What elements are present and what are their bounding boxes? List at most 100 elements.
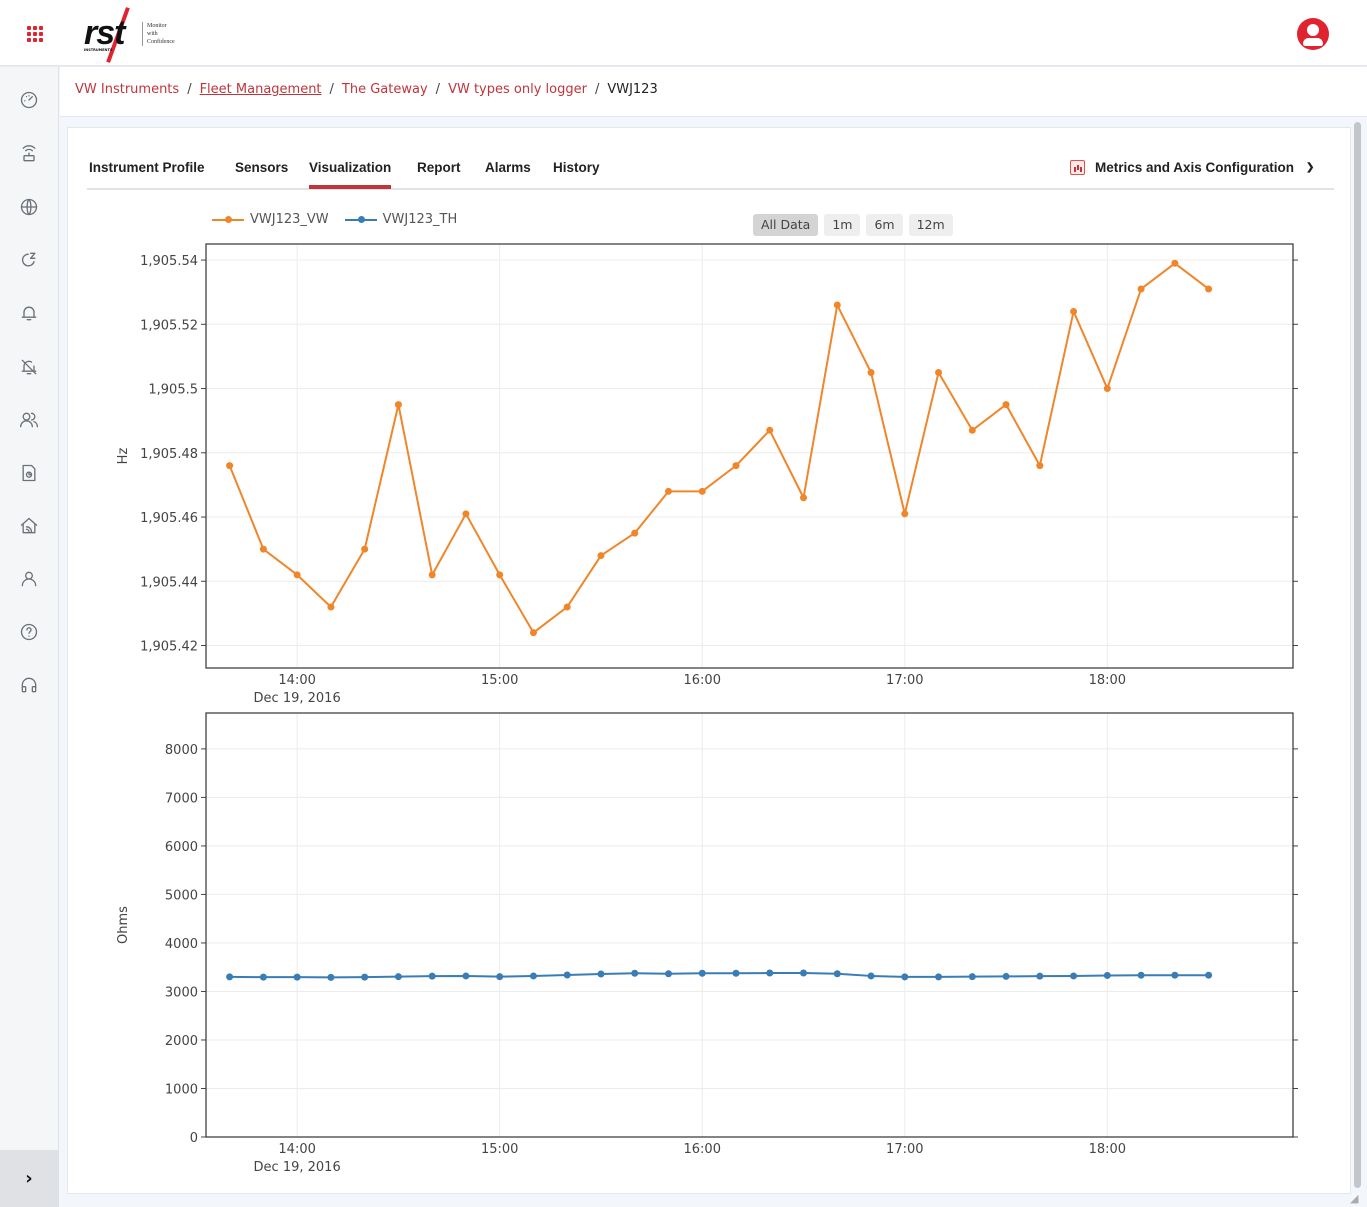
y-axis-label: Ohms	[116, 906, 131, 944]
data-point	[901, 510, 909, 518]
range-selector: All Data 1m 6m 12m	[753, 214, 953, 236]
charts-container[interactable]: 1,905.42 1,905.44 1,905.46 1,905.48 1,905.5 1…	[100, 235, 1330, 1185]
tab-sensors[interactable]: Sensors	[235, 160, 288, 175]
gauge-icon	[20, 91, 38, 109]
scrollbar-thumb[interactable]	[1354, 122, 1361, 1188]
data-point	[462, 510, 470, 518]
data-point	[867, 368, 875, 376]
sidebar-expand-button[interactable]: ›	[0, 1150, 58, 1207]
y-tick-label: 1,905.54	[140, 254, 198, 269]
sidebar-item-dashboard[interactable]	[17, 88, 41, 112]
sidebar-item-support[interactable]	[17, 673, 41, 697]
tab-bar: Instrument Profile Sensors Visualization…	[87, 150, 1334, 190]
sidebar-item-gateway[interactable]	[17, 142, 41, 166]
data-point	[631, 969, 639, 977]
data-point	[327, 603, 335, 611]
y-tick-label: 0	[190, 1131, 198, 1146]
x-tick-label: 14:00	[278, 1142, 315, 1157]
refresh-sleep-icon	[21, 252, 36, 267]
x-tick-label: 18:00	[1089, 673, 1126, 688]
sidebar-item-users[interactable]	[17, 408, 41, 432]
range-all-data-button[interactable]: All Data	[753, 214, 819, 236]
range-1m-button[interactable]: 1m	[824, 214, 861, 236]
data-point	[800, 969, 808, 977]
tab-history[interactable]: History	[553, 160, 600, 175]
data-point	[968, 426, 976, 434]
legend-swatch-vw	[212, 215, 244, 223]
data-point	[529, 972, 537, 980]
sidebar	[0, 67, 59, 1207]
metrics-axis-config-dropdown[interactable]: Metrics and Axis Configuration ❯	[1070, 160, 1314, 175]
sidebar-item-network[interactable]	[17, 195, 41, 219]
x-tick-label: 18:00	[1089, 1142, 1126, 1157]
data-point	[867, 972, 875, 980]
plot-frame	[205, 243, 1294, 669]
tab-instrument-profile[interactable]: Instrument Profile	[89, 160, 205, 175]
data-point	[1103, 385, 1111, 393]
tab-alarms[interactable]: Alarms	[485, 160, 531, 175]
breadcrumb-separator: /	[594, 82, 600, 97]
sidebar-item-help[interactable]	[17, 620, 41, 644]
data-point	[833, 970, 841, 978]
data-point	[766, 969, 774, 977]
sidebar-item-sites[interactable]	[17, 514, 41, 538]
chevron-right-icon: ›	[25, 1168, 33, 1189]
range-6m-button[interactable]: 6m	[866, 214, 903, 236]
tagline-line: with	[147, 31, 158, 37]
breadcrumb-vw-instruments[interactable]: VW Instruments	[75, 82, 179, 97]
top-bar: rst INSTRUMENTS Monitor with Confidence	[0, 0, 1367, 66]
breadcrumb-logger[interactable]: VW types only logger	[448, 82, 587, 97]
data-point	[394, 973, 402, 981]
sidebar-item-alarms-off[interactable]	[17, 355, 41, 379]
data-point	[1002, 401, 1010, 409]
x-date-label: Dec 19, 2016	[254, 1160, 341, 1175]
x-tick-label: 17:00	[886, 1142, 923, 1157]
legend-item-th[interactable]: VWJ123_TH	[344, 212, 457, 227]
data-point	[226, 973, 234, 981]
data-point	[597, 552, 605, 560]
file-chart-icon	[22, 464, 36, 482]
data-point	[833, 301, 841, 309]
data-point	[361, 973, 369, 981]
legend-item-vw[interactable]: VWJ123_VW	[212, 212, 329, 227]
data-point	[293, 973, 301, 981]
help-circle-icon	[20, 623, 38, 641]
tab-visualization[interactable]: Visualization	[309, 160, 392, 189]
grid-icon[interactable]	[27, 26, 43, 42]
data-point	[1171, 971, 1179, 979]
data-point	[361, 545, 369, 553]
sidebar-item-profile[interactable]	[17, 567, 41, 591]
resize-handle-icon[interactable]: ◢	[1350, 1192, 1358, 1205]
data-point	[259, 545, 267, 553]
y-tick-label: 8000	[165, 743, 198, 758]
sidebar-item-reports[interactable]	[17, 461, 41, 485]
sidebar-item-sleep[interactable]	[17, 248, 41, 272]
sidebar-item-alarms[interactable]	[17, 301, 41, 325]
range-12m-button[interactable]: 12m	[908, 214, 953, 236]
logo-tagline: Monitor with Confidence	[142, 22, 175, 46]
headset-icon	[21, 677, 37, 693]
breadcrumb-separator: /	[329, 82, 334, 97]
chart-legend: VWJ123_VW VWJ123_TH	[212, 212, 457, 227]
breadcrumb-fleet-management[interactable]: Fleet Management	[200, 82, 322, 97]
metrics-label: Metrics and Axis Configuration	[1095, 160, 1295, 175]
tab-report[interactable]: Report	[417, 160, 461, 175]
user-circle-icon[interactable]	[1297, 18, 1329, 50]
data-point	[698, 969, 706, 977]
data-point	[664, 487, 672, 495]
tagline-line: Monitor	[147, 23, 167, 29]
data-point	[1036, 972, 1044, 980]
data-point	[766, 426, 774, 434]
legend-swatch-th	[344, 215, 377, 223]
data-point	[1205, 285, 1213, 293]
data-point	[496, 973, 504, 981]
data-point	[226, 462, 234, 470]
data-point	[259, 973, 267, 981]
breadcrumb-bar: VW Instruments / Fleet Management / The Gate…	[60, 67, 1367, 117]
x-tick-label: 14:00	[278, 673, 315, 688]
data-point	[597, 970, 605, 978]
data-point	[428, 571, 436, 579]
breadcrumb-the-gateway[interactable]: The Gateway	[342, 82, 428, 97]
company-logo[interactable]: rst INSTRUMENTS Monitor with Confidence	[80, 7, 180, 63]
data-point	[563, 603, 571, 611]
